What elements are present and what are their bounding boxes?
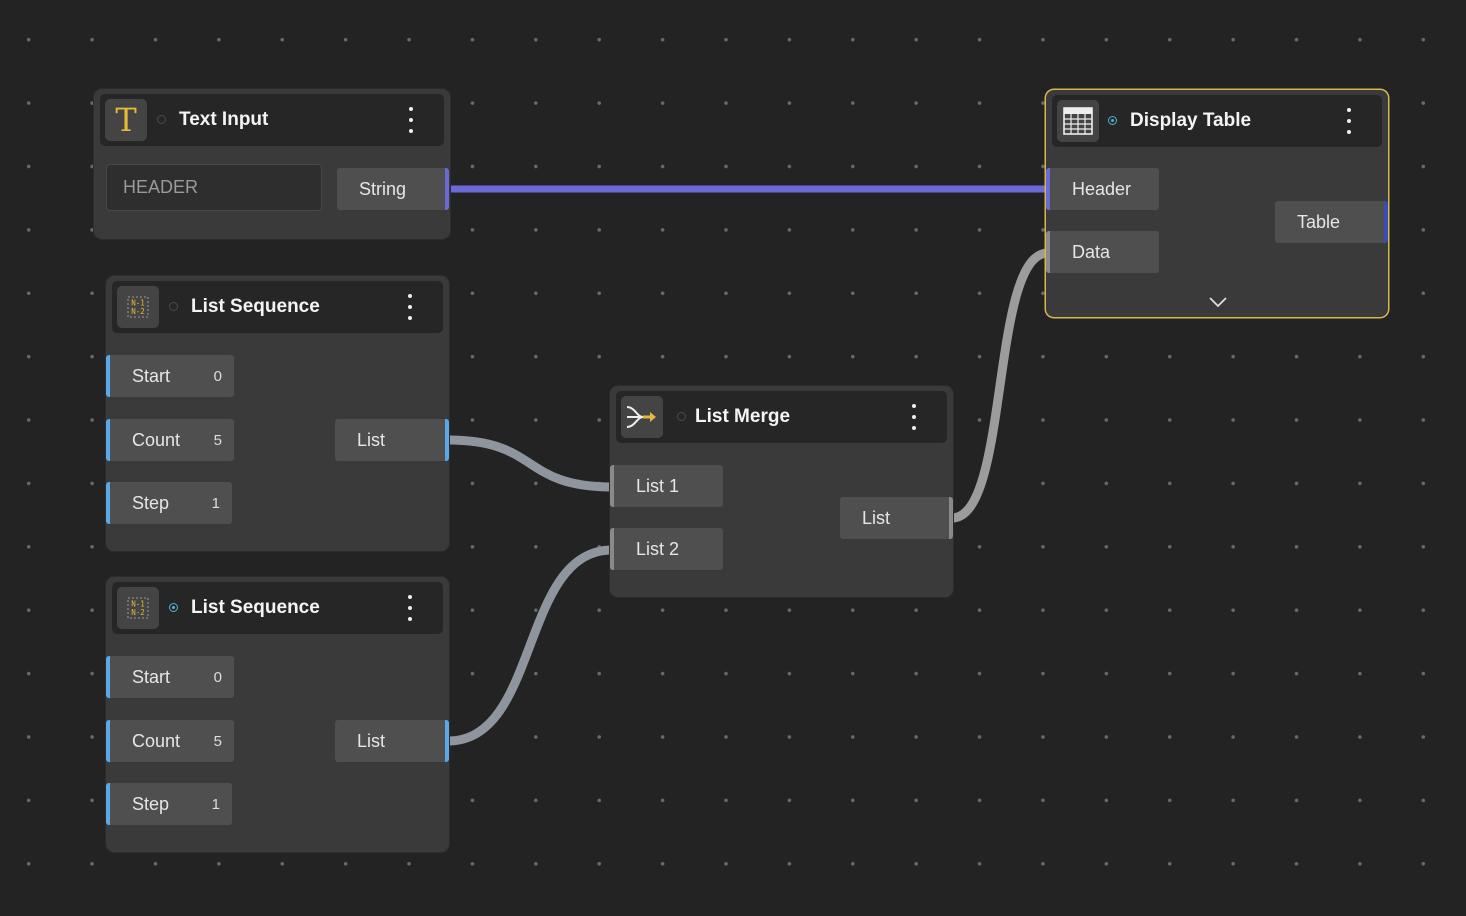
wire-seq1-to-list1[interactable] bbox=[447, 435, 613, 492]
port-label: Count bbox=[132, 429, 181, 450]
table-icon bbox=[1057, 100, 1099, 142]
status-indicator[interactable] bbox=[157, 115, 166, 124]
input-port-start[interactable]: Start 0 bbox=[106, 656, 234, 698]
port-value[interactable]: 5 bbox=[214, 733, 222, 750]
status-indicator[interactable] bbox=[1108, 116, 1117, 125]
node-title: List Sequence bbox=[191, 597, 320, 618]
port-label: List bbox=[357, 429, 386, 450]
input-port-step[interactable]: Step 1 bbox=[106, 783, 232, 825]
list-sequence-node-2[interactable]: N-1 N-2 List Sequence Start 0 Count 5 St… bbox=[106, 577, 449, 852]
list-sequence-icon: N-1 N-2 bbox=[117, 587, 159, 629]
list-sequence-glyph: N-1 N-2 bbox=[127, 597, 149, 619]
node-title: List Merge bbox=[695, 406, 791, 427]
svg-text:N-2: N-2 bbox=[131, 608, 145, 617]
port-label: String bbox=[359, 178, 407, 199]
node-title: Text Input bbox=[179, 109, 269, 130]
list-merge-icon bbox=[621, 396, 663, 438]
input-port-count[interactable]: Count 5 bbox=[106, 720, 234, 762]
port-label: List bbox=[862, 507, 891, 528]
input-port-list-1[interactable]: List 1 bbox=[610, 465, 723, 507]
node-menu-icon[interactable] bbox=[1346, 108, 1352, 134]
output-port-table[interactable]: Table bbox=[1275, 201, 1388, 243]
text-input-field[interactable]: HEADER bbox=[106, 164, 322, 211]
port-value[interactable]: 5 bbox=[214, 432, 222, 449]
chevron-down-icon[interactable] bbox=[1208, 296, 1228, 308]
input-port-header[interactable]: Header bbox=[1046, 168, 1159, 210]
port-label: Header bbox=[1072, 178, 1132, 199]
input-port-start[interactable]: Start 0 bbox=[106, 355, 234, 397]
input-port-count[interactable]: Count 5 bbox=[106, 419, 234, 461]
output-port-list[interactable]: List bbox=[335, 419, 449, 461]
port-label: List bbox=[357, 730, 386, 751]
node-menu-icon[interactable] bbox=[407, 294, 413, 320]
input-port-data[interactable]: Data bbox=[1046, 231, 1159, 273]
port-label: Step bbox=[132, 492, 170, 513]
output-port-list[interactable]: List bbox=[335, 720, 449, 762]
port-label: List 1 bbox=[636, 475, 680, 496]
svg-text:N-2: N-2 bbox=[131, 307, 145, 316]
status-indicator[interactable] bbox=[677, 412, 686, 421]
output-port-string[interactable]: String bbox=[337, 168, 449, 210]
port-label: Start bbox=[132, 666, 171, 687]
node-title: Display Table bbox=[1130, 110, 1252, 131]
list-sequence-glyph: N-1 N-2 bbox=[127, 296, 149, 318]
output-port-list[interactable]: List bbox=[840, 497, 953, 539]
table-glyph bbox=[1063, 107, 1093, 135]
wire-merge-to-data[interactable] bbox=[951, 248, 1049, 523]
port-value[interactable]: 0 bbox=[214, 368, 222, 385]
node-menu-icon[interactable] bbox=[408, 107, 414, 133]
status-indicator[interactable] bbox=[169, 603, 178, 612]
port-label: Count bbox=[132, 730, 181, 751]
status-indicator[interactable] bbox=[169, 302, 178, 311]
node-header[interactable]: T Text Input bbox=[100, 94, 444, 146]
node-header[interactable]: N-1 N-2 List Sequence bbox=[112, 582, 443, 634]
display-table-node[interactable]: Display Table Header Data Table bbox=[1046, 90, 1388, 317]
list-merge-node[interactable]: List Merge List 1 List 2 List bbox=[610, 386, 953, 597]
text-input-node[interactable]: T Text Input HEADER String bbox=[94, 89, 450, 239]
input-port-step[interactable]: Step 1 bbox=[106, 482, 232, 524]
port-value[interactable]: 1 bbox=[212, 796, 220, 813]
port-value[interactable]: 1 bbox=[212, 495, 220, 512]
node-header[interactable]: List Merge bbox=[616, 391, 947, 443]
input-port-list-2[interactable]: List 2 bbox=[610, 528, 723, 570]
port-label: List 2 bbox=[636, 538, 680, 559]
node-menu-icon[interactable] bbox=[407, 595, 413, 621]
node-title: List Sequence bbox=[191, 296, 320, 317]
wire-seq2-to-list2[interactable] bbox=[447, 545, 613, 746]
port-label: Step bbox=[132, 793, 170, 814]
text-t-glyph: T bbox=[115, 101, 137, 139]
list-sequence-icon: N-1 N-2 bbox=[117, 286, 159, 328]
list-sequence-node-1[interactable]: N-1 N-2 List Sequence Start 0 Count 5 St… bbox=[106, 276, 449, 551]
port-value[interactable]: 0 bbox=[214, 669, 222, 686]
text-t-icon: T bbox=[105, 99, 147, 141]
port-label: Data bbox=[1072, 241, 1111, 262]
node-menu-icon[interactable] bbox=[911, 404, 917, 430]
port-label: Start bbox=[132, 365, 171, 386]
node-header[interactable]: Display Table bbox=[1052, 95, 1382, 147]
node-header[interactable]: N-1 N-2 List Sequence bbox=[112, 281, 443, 333]
port-label: Table bbox=[1297, 211, 1341, 232]
list-merge-glyph bbox=[626, 406, 656, 428]
